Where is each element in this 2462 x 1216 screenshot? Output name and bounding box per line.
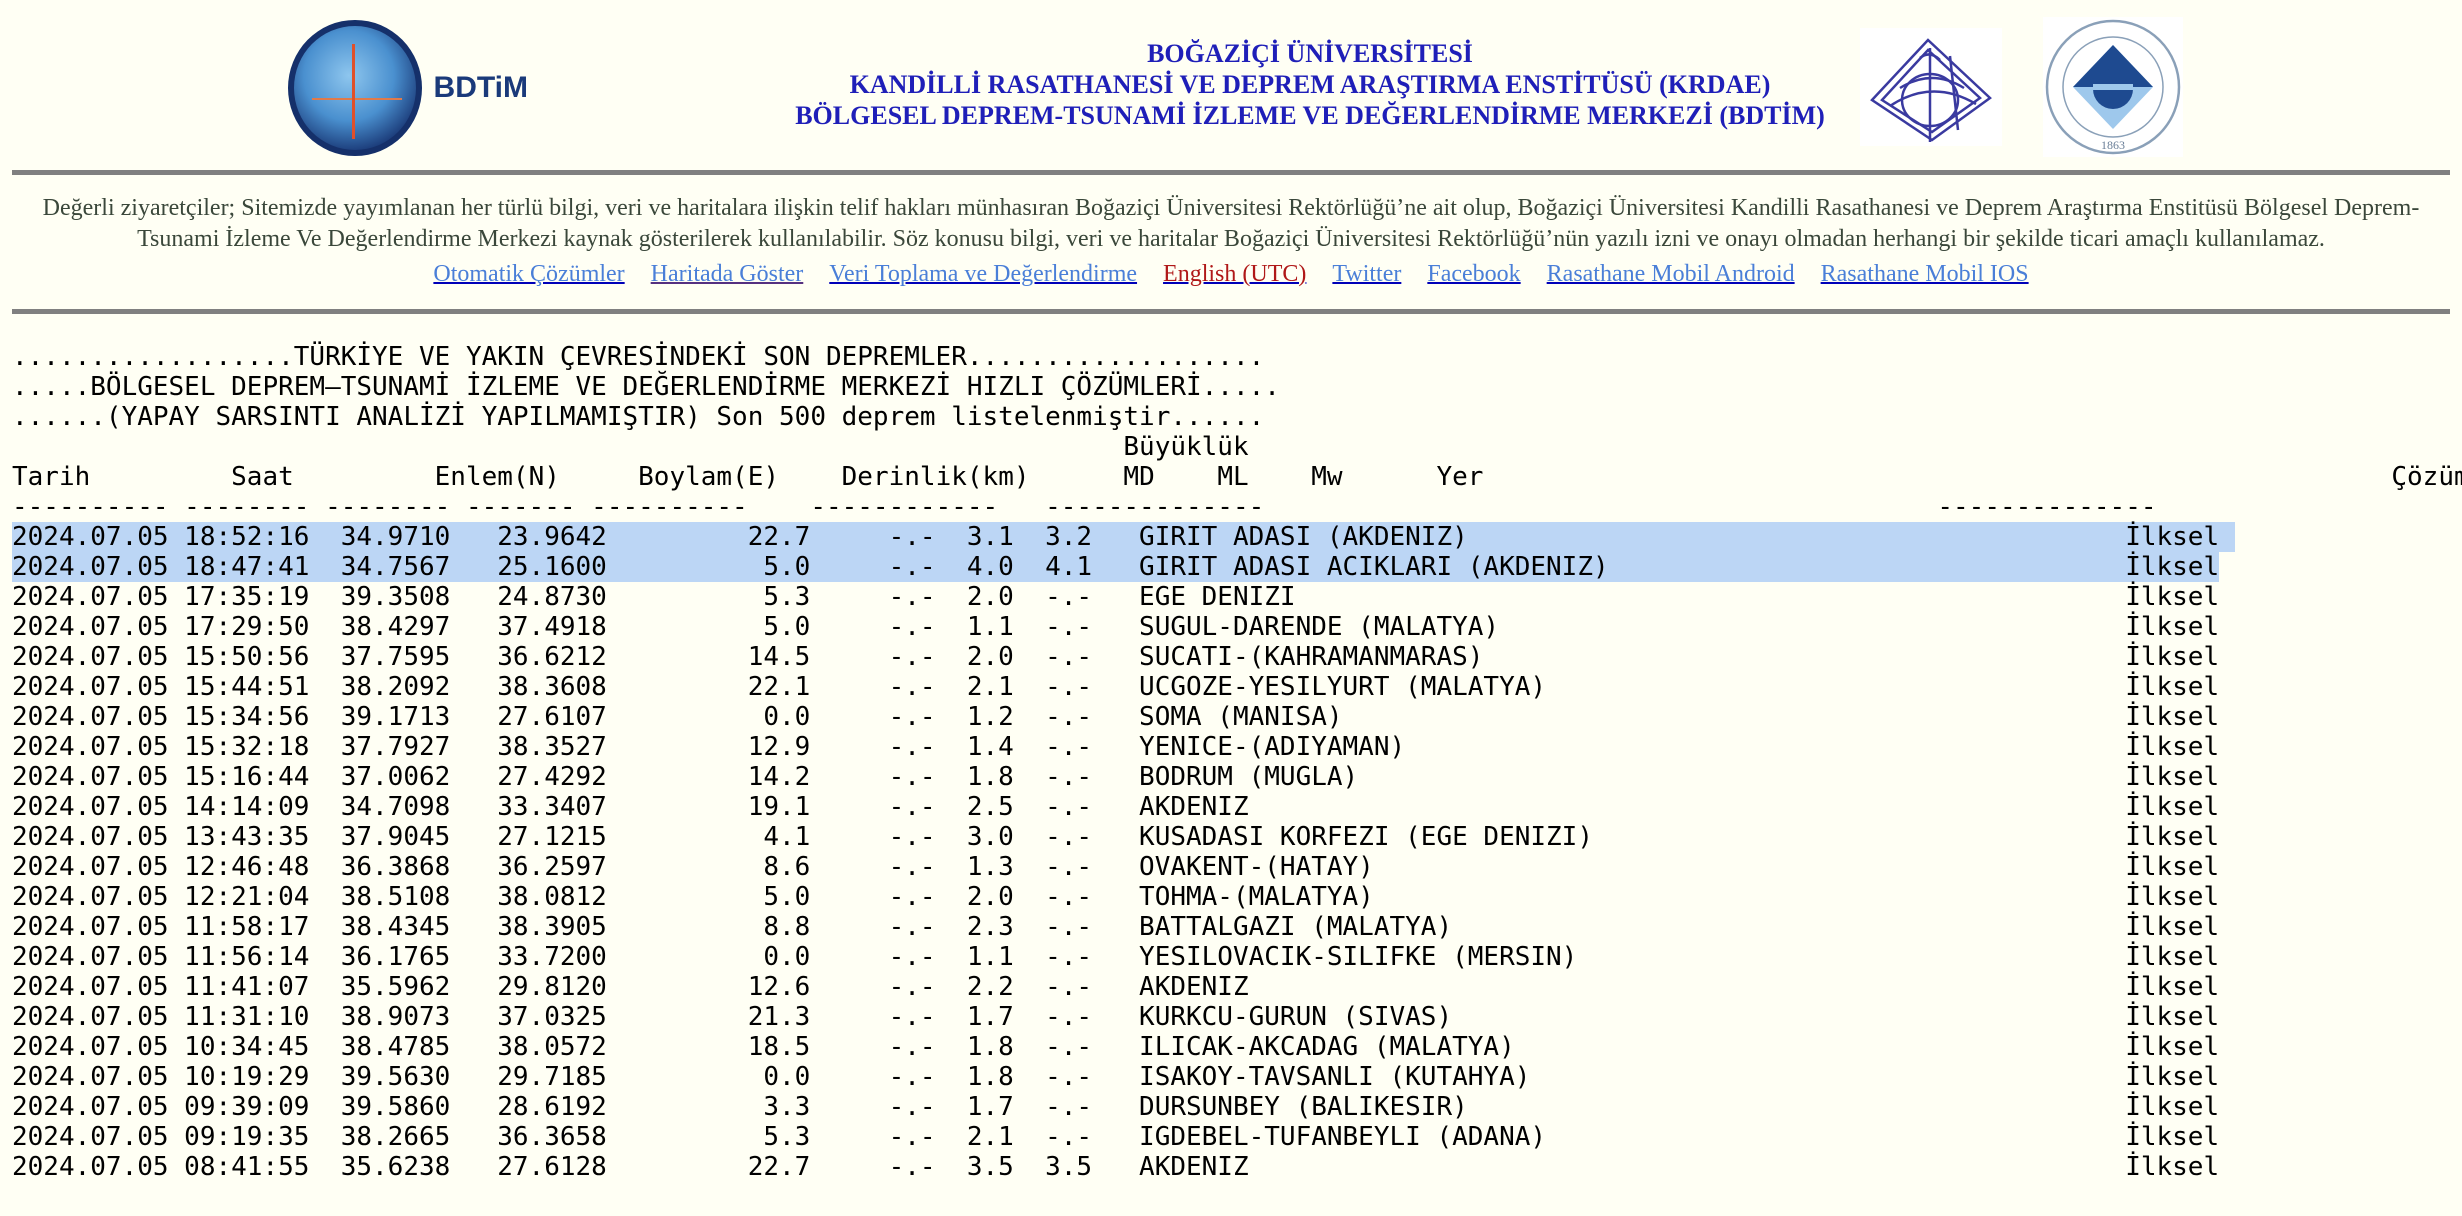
column-header-row: Tarih Saat Enlem(N) Boylam(E) Derinlik(k… [12, 462, 2462, 492]
column-header: Çözüm Niteliği [2391, 462, 2462, 492]
institution-titles: BOĞAZİÇİ ÜNİVERSİTESİ KANDİLLİ RASATHANE… [600, 38, 2020, 131]
bdtim-logo-text: BDTiM [433, 71, 528, 104]
column-header: Derinlik(km) [841, 462, 1124, 492]
link-haritada-goster[interactable]: Haritada Göster [651, 261, 804, 287]
earthquake-row[interactable]: 2024.07.05 09:19:35 38.2665 36.3658 5.3 … [12, 1122, 2462, 1152]
earthquake-rows: 2024.07.05 18:52:16 34.9710 23.9642 22.7… [12, 522, 2462, 1182]
column-header: ML [1217, 462, 1312, 492]
earthquake-row[interactable]: 2024.07.05 11:56:14 36.1765 33.7200 0.0 … [12, 942, 2462, 972]
earthquake-row[interactable]: 2024.07.05 17:29:50 38.4297 37.4918 5.0 … [12, 612, 2462, 642]
link-facebook[interactable]: Facebook [1427, 261, 1520, 287]
copyright-notice: Değerli ziyaretçiler; Sitemizde yayımlan… [42, 195, 2420, 252]
globe-seismograph-icon [288, 20, 422, 156]
earthquake-row[interactable]: 2024.07.05 09:39:09 39.5860 28.6192 3.3 … [12, 1092, 2462, 1122]
link-mobile-android[interactable]: Rasathane Mobil Android [1547, 261, 1795, 287]
list-heading-1: ..................TÜRKİYE VE YAKIN ÇEVRE… [12, 342, 1265, 372]
column-header: MD [1123, 462, 1218, 492]
link-otomatik-cozumler[interactable]: Otomatik Çözümler [433, 261, 624, 287]
selected-text-highlight: 2024.07.05 18:52:16 34.9710 23.9642 22.7… [12, 522, 2235, 552]
list-heading-3: ......(YAPAY SARSINTI ANALİZİ YAPILMAMIŞ… [12, 402, 1265, 432]
earthquake-list: ..................TÜRKİYE VE YAKIN ÇEVRE… [12, 342, 2462, 1182]
earthquake-row[interactable]: 2024.07.05 17:35:19 39.3508 24.8730 5.3 … [12, 582, 2462, 612]
link-mobile-ios[interactable]: Rasathane Mobil IOS [1821, 261, 2029, 287]
earthquake-row[interactable]: 2024.07.05 15:16:44 37.0062 27.4292 14.2… [12, 762, 2462, 792]
earthquake-row[interactable]: 2024.07.05 14:14:09 34.7098 33.3407 19.1… [12, 792, 2462, 822]
links-divider [12, 309, 2450, 314]
earthquake-row[interactable]: 2024.07.05 11:31:10 38.9073 37.0325 21.3… [12, 1002, 2462, 1032]
title-university: BOĞAZİÇİ ÜNİVERSİTESİ [1147, 39, 1473, 68]
column-header: Tarih [12, 462, 232, 492]
earthquake-row[interactable]: 2024.07.05 15:34:56 39.1713 27.6107 0.0 … [12, 702, 2462, 732]
selected-text-highlight: 2024.07.05 18:47:41 34.7567 25.1600 5.0 … [12, 552, 2220, 582]
list-heading-2: .....BÖLGESEL DEPREM–TSUNAMİ İZLEME VE D… [12, 372, 1280, 402]
page-header: BDTiM BOĞAZİÇİ ÜNİVERSİTESİ KANDİLLİ RAS… [0, 0, 2462, 170]
nav-links: Otomatik Çözümler Haritada Göster Veri T… [0, 259, 2462, 309]
column-header: Enlem(N) [434, 462, 639, 492]
earthquake-row[interactable]: 2024.07.05 10:19:29 39.5630 29.7185 0.0 … [12, 1062, 2462, 1092]
earthquake-row[interactable]: 2024.07.05 11:41:07 35.5962 29.8120 12.6… [12, 972, 2462, 1002]
column-header-underline: ---------- -------- -------- ------- ---… [12, 492, 2157, 522]
column-header: Saat [231, 462, 435, 492]
link-english-utc[interactable]: English (UTC) [1163, 261, 1306, 287]
krdae-astrolabe-logo-icon [1860, 28, 2002, 146]
column-header: Yer [1436, 462, 2392, 492]
earthquake-row[interactable]: 2024.07.05 12:21:04 38.5108 38.0812 5.0 … [12, 882, 2462, 912]
earthquake-row[interactable]: 2024.07.05 15:44:51 38.2092 38.3608 22.1… [12, 672, 2462, 702]
link-veri-toplama[interactable]: Veri Toplama ve Değerlendirme [829, 261, 1137, 287]
earthquake-row[interactable]: 2024.07.05 15:50:56 37.7595 36.6212 14.5… [12, 642, 2462, 672]
seal-year: 1863 [2101, 138, 2125, 152]
earthquake-row[interactable]: 2024.07.05 08:41:55 35.6238 27.6128 22.7… [12, 1152, 2462, 1182]
title-institute: KANDİLLİ RASATHANESİ VE DEPREM ARAŞTIRMA… [849, 70, 1771, 99]
earthquake-row[interactable]: 2024.07.05 15:32:18 37.7927 38.3527 12.9… [12, 732, 2462, 762]
column-header: Boylam(E) [638, 462, 842, 492]
earthquake-row[interactable]: 2024.07.05 12:46:48 36.3868 36.2597 8.6 … [12, 852, 2462, 882]
earthquake-row[interactable]: 2024.07.05 18:47:41 34.7567 25.1600 5.0 … [12, 552, 2462, 582]
bogazici-university-seal-icon: 1863 [2043, 17, 2183, 157]
earthquake-row[interactable]: 2024.07.05 10:34:45 38.4785 38.0572 18.5… [12, 1032, 2462, 1062]
magnitude-group-header: Büyüklük [12, 432, 1249, 462]
link-twitter[interactable]: Twitter [1332, 261, 1401, 287]
earthquake-row[interactable]: 2024.07.05 11:58:17 38.4345 38.3905 8.8 … [12, 912, 2462, 942]
column-header: Mw [1311, 462, 1437, 492]
bdtim-logo: BDTiM [288, 18, 528, 158]
earthquake-row[interactable]: 2024.07.05 13:43:35 37.9045 27.1215 4.1 … [12, 822, 2462, 852]
title-center: BÖLGESEL DEPREM-TSUNAMİ İZLEME VE DEĞERL… [795, 101, 1825, 130]
earthquake-row[interactable]: 2024.07.05 18:52:16 34.9710 23.9642 22.7… [12, 522, 2462, 552]
